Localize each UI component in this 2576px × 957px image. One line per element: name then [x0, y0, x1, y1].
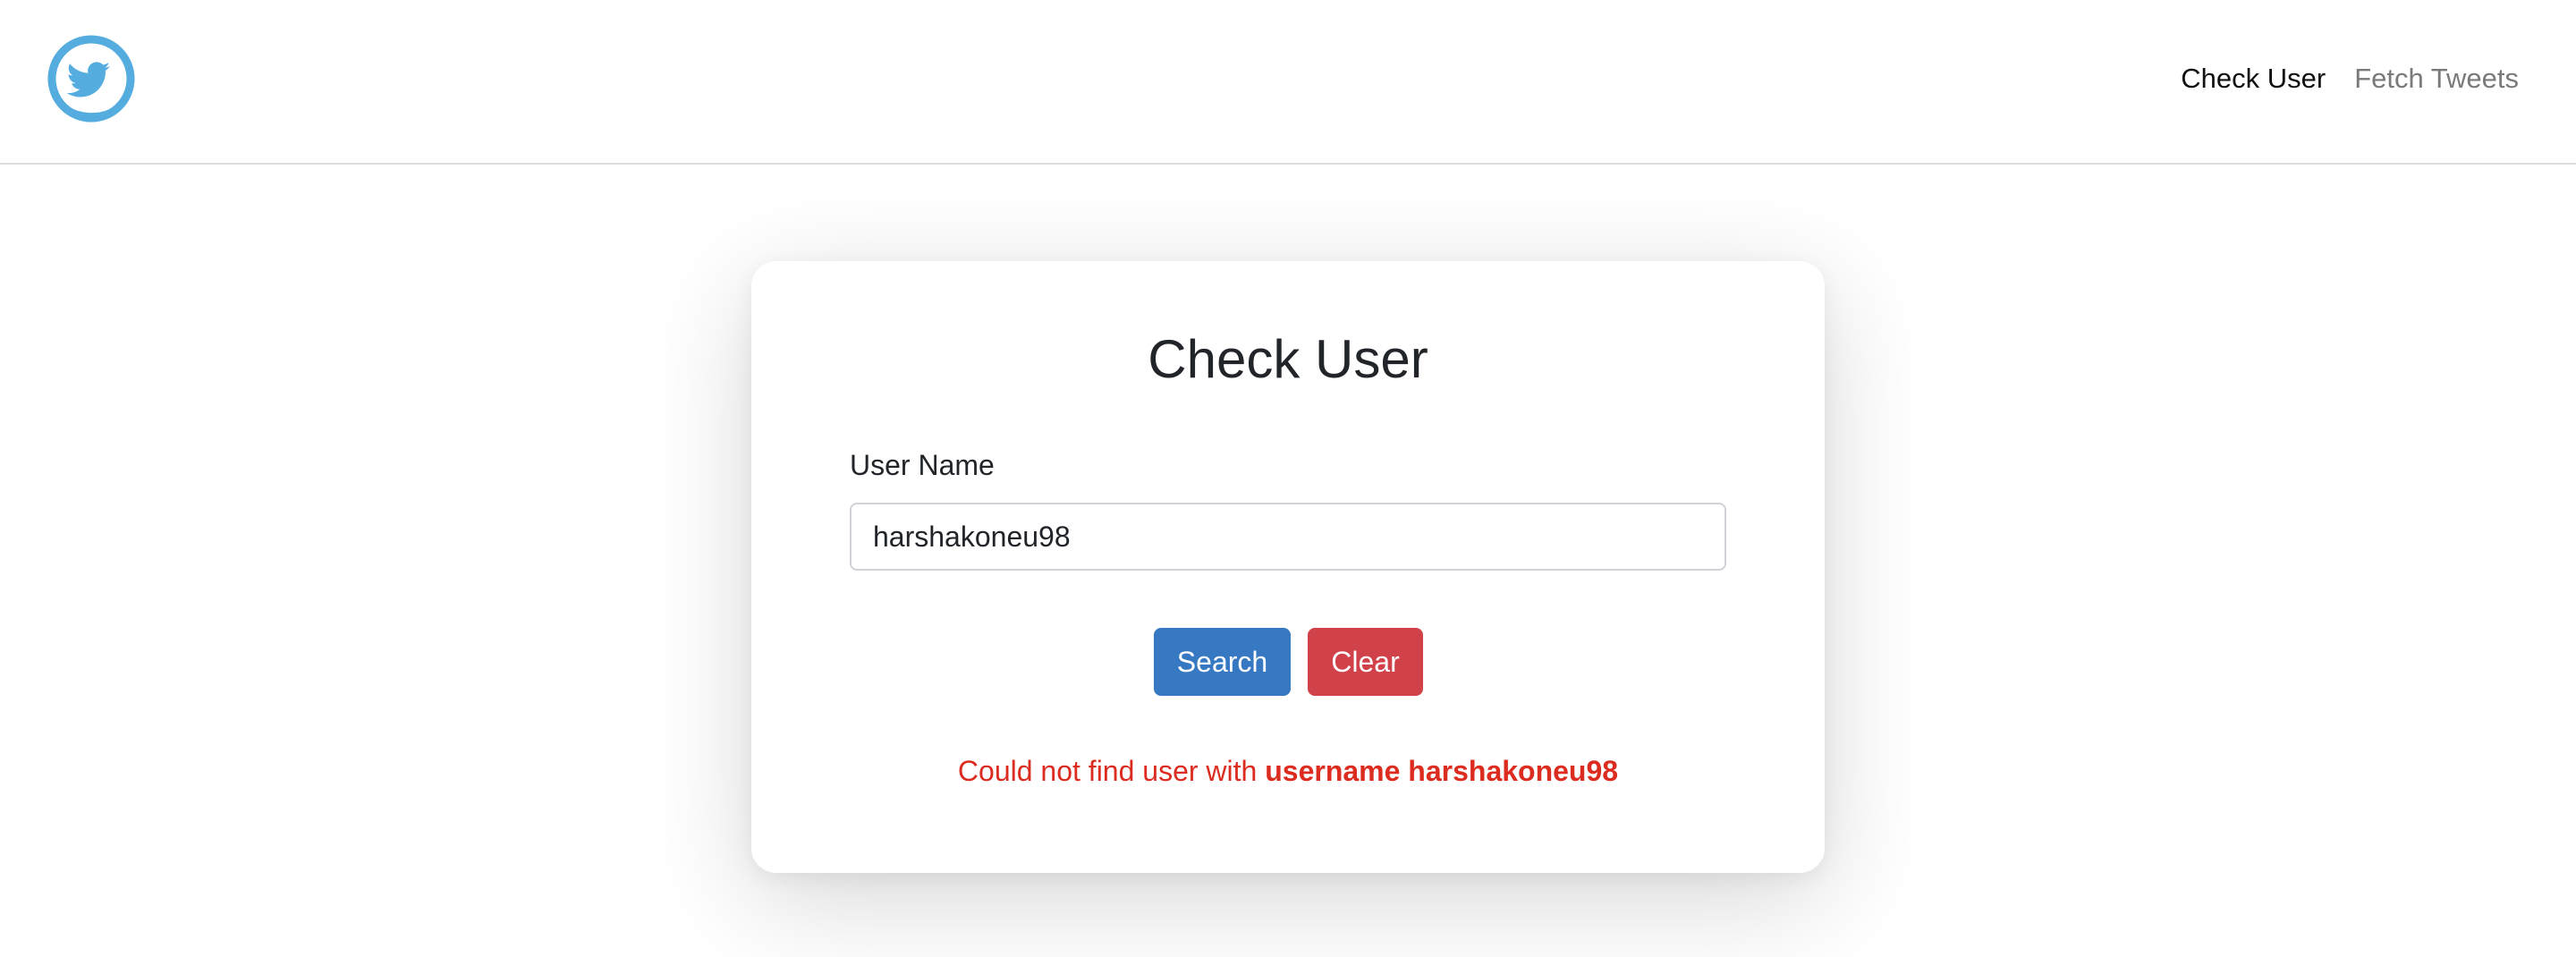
error-message-username: username harshakoneu98	[1265, 755, 1619, 787]
clear-button[interactable]: Clear	[1308, 628, 1423, 696]
username-label: User Name	[850, 449, 995, 481]
error-message-prefix: Could not find user with	[957, 755, 1258, 787]
nav-links: Check User Fetch Tweets	[2181, 59, 2519, 98]
username-input[interactable]	[850, 503, 1726, 571]
page-title: Check User	[1148, 329, 1428, 389]
nav-link-check-user[interactable]: Check User	[2181, 59, 2326, 98]
nav-link-fetch-tweets[interactable]: Fetch Tweets	[2354, 59, 2519, 98]
check-user-card: Check User User Name Search Clear Could …	[751, 261, 1825, 873]
twitter-logo-icon[interactable]	[45, 32, 138, 125]
top-navbar: Check User Fetch Tweets	[0, 0, 2576, 165]
search-button[interactable]: Search	[1154, 628, 1291, 696]
error-message: Could not find user with username harsha…	[751, 751, 1825, 791]
